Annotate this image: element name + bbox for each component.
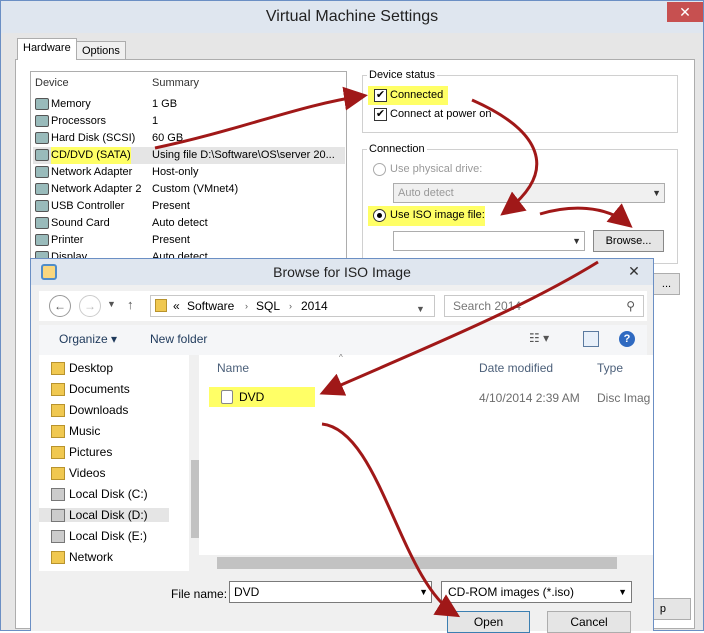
arrow-to-iso-radio — [471, 98, 539, 216]
arrow-to-dvd-file — [319, 260, 599, 396]
arrow-to-browse — [539, 203, 633, 228]
annotation-arrows — [154, 86, 633, 618]
tab-hardware[interactable]: Hardware — [17, 38, 77, 60]
arrow-to-open — [321, 422, 461, 618]
arrow-to-connected — [154, 86, 368, 150]
